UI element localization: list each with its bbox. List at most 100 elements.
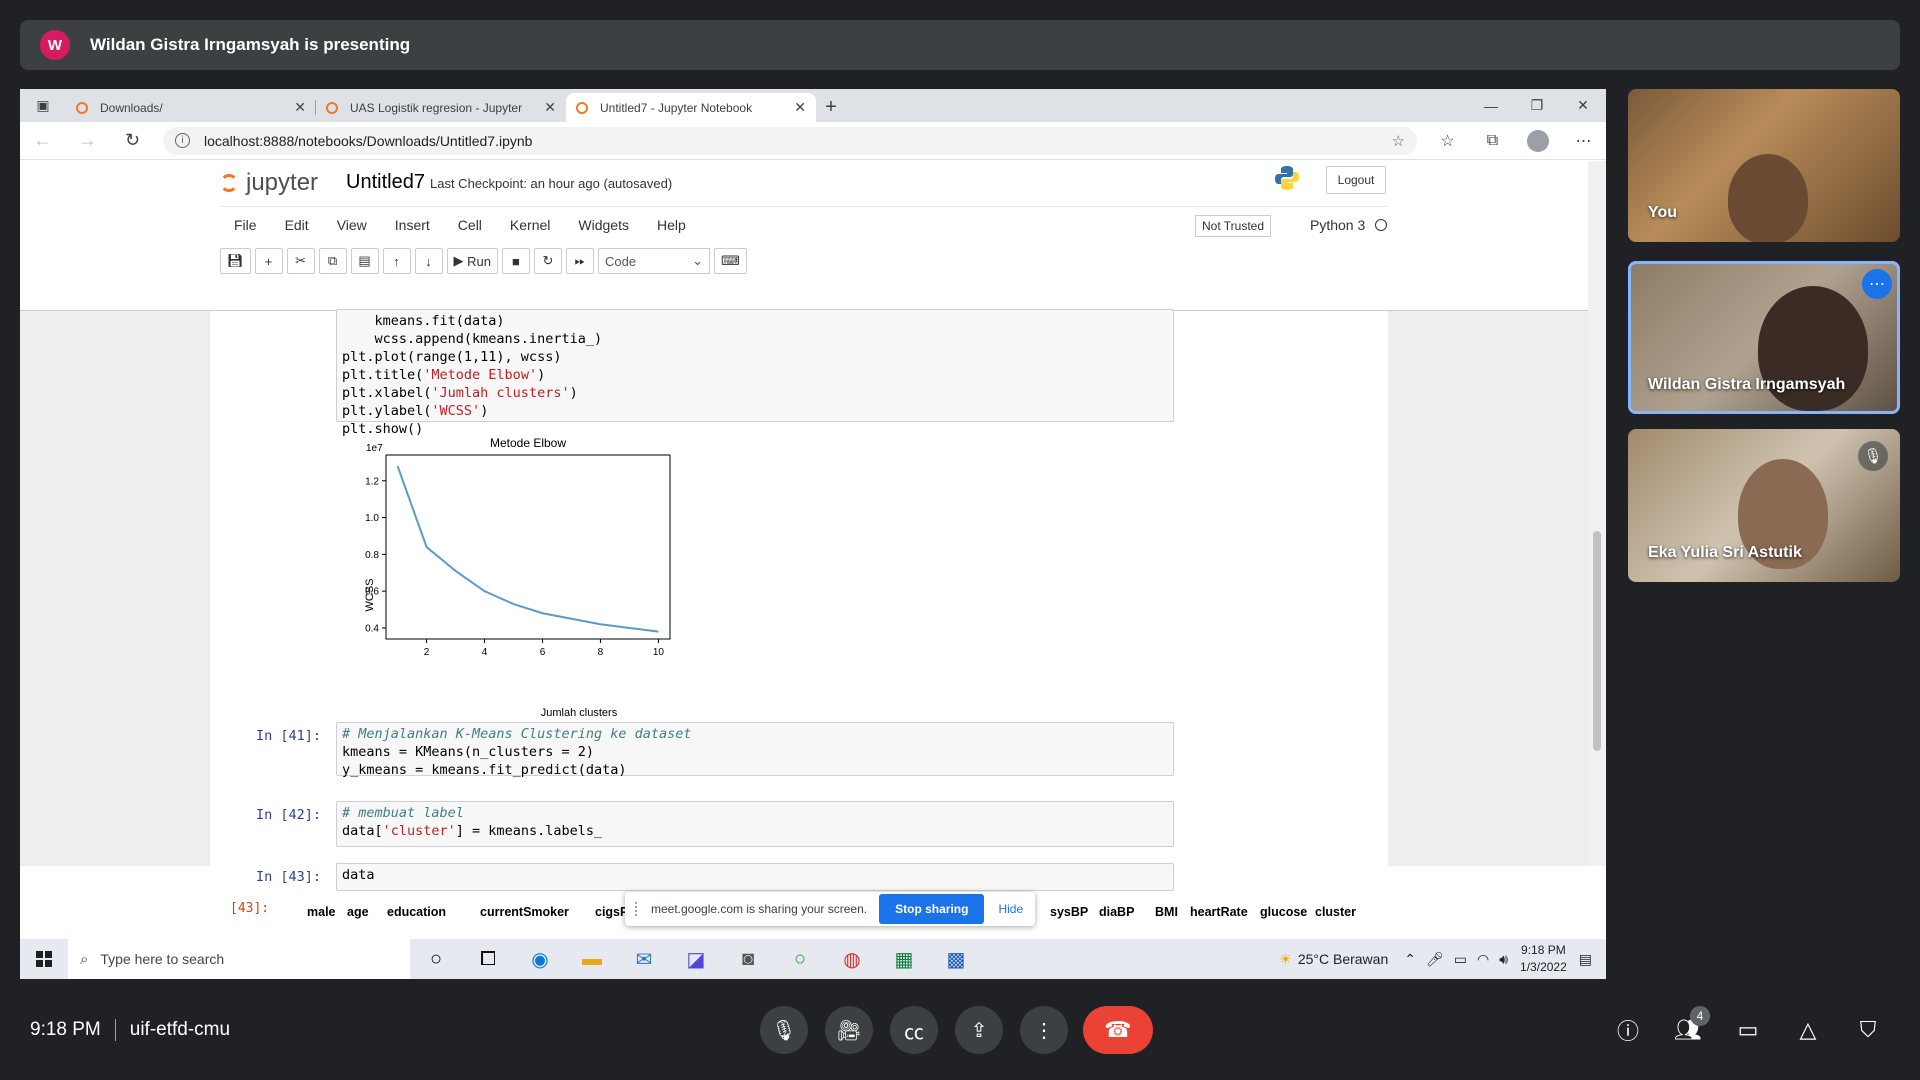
taskbar-clock[interactable]: 9:18 PM 1/3/2022 bbox=[1520, 942, 1567, 976]
captions-button[interactable]: ㏄ bbox=[890, 1006, 938, 1054]
tab-close-icon[interactable]: ✕ bbox=[294, 99, 306, 116]
excel-icon[interactable]: ▦ bbox=[878, 939, 930, 979]
restart-icon[interactable]: ↻ bbox=[533, 248, 562, 274]
code-cell-42[interactable]: # membuat label data['cluster'] = kmeans… bbox=[336, 801, 1174, 847]
participant-tile-self[interactable]: You bbox=[1628, 89, 1900, 242]
save-icon[interactable]: 💾︎ bbox=[220, 248, 251, 274]
drag-handle-icon[interactable] bbox=[635, 902, 639, 916]
camera-icon[interactable]: ◙ bbox=[722, 939, 774, 979]
autosave-status: (autosaved) bbox=[603, 176, 673, 191]
cut-icon[interactable]: ✂ bbox=[286, 248, 315, 274]
collections-icon[interactable]: ⧉ bbox=[1470, 132, 1515, 150]
reload-icon[interactable]: ↻ bbox=[110, 130, 155, 151]
menu-view[interactable]: View bbox=[323, 217, 381, 233]
move-up-icon[interactable]: ↑ bbox=[382, 248, 411, 274]
new-tab-button[interactable]: + bbox=[816, 93, 846, 122]
forward-icon[interactable]: → bbox=[65, 130, 110, 151]
menu-cell[interactable]: Cell bbox=[444, 217, 496, 233]
tab-close-icon[interactable]: ✕ bbox=[794, 99, 806, 116]
scrollbar-thumb[interactable] bbox=[1593, 531, 1601, 751]
menu-kernel[interactable]: Kernel bbox=[496, 217, 564, 233]
code-cell-40[interactable]: kmeans.fit(data) wcss.append(kmeans.iner… bbox=[336, 309, 1174, 437]
code-line: ) bbox=[569, 385, 578, 401]
volume-icon[interactable]: 🔊︎ bbox=[1499, 951, 1508, 968]
cell-type-select[interactable]: Code ⌄ bbox=[597, 248, 710, 274]
y-tick-label: 1.2 bbox=[365, 476, 379, 487]
file-explorer-icon[interactable]: ▬ bbox=[566, 939, 618, 979]
run-button[interactable]: ▶ Run bbox=[446, 248, 498, 274]
more-options-button[interactable]: ⋮ bbox=[1020, 1006, 1068, 1054]
cortana-icon[interactable]: ○ bbox=[410, 939, 462, 979]
notification-center-icon[interactable]: ▤ bbox=[1579, 951, 1592, 968]
menu-edit[interactable]: Edit bbox=[271, 217, 323, 233]
activities-icon[interactable]: △ bbox=[1790, 1012, 1826, 1048]
jupyter-favicon-icon bbox=[76, 101, 88, 114]
menu-file[interactable]: File bbox=[220, 217, 271, 233]
menu-widgets[interactable]: Widgets bbox=[564, 217, 643, 233]
logout-button[interactable]: Logout bbox=[1326, 166, 1386, 194]
code-cell-41[interactable]: # Menjalankan K-Means Clustering ke data… bbox=[336, 722, 1174, 778]
menu-help[interactable]: Help bbox=[643, 217, 700, 233]
more-menu-icon[interactable]: ⋯ bbox=[1561, 131, 1606, 151]
hide-button[interactable]: Hide bbox=[998, 902, 1023, 916]
participant-tile-presenter[interactable]: ⋯ Wildan Gistra Irngamsyah bbox=[1628, 261, 1900, 414]
minimize-icon[interactable]: — bbox=[1468, 89, 1514, 122]
fast-forward-icon[interactable]: ⏩︎ bbox=[565, 248, 594, 274]
back-icon[interactable]: ← bbox=[20, 130, 65, 151]
close-window-icon[interactable]: ✕ bbox=[1560, 89, 1606, 122]
vertical-scrollbar[interactable] bbox=[1588, 161, 1606, 866]
people-icon[interactable]: 👥︎ 4 bbox=[1670, 1006, 1710, 1048]
interrupt-icon[interactable]: ■ bbox=[501, 248, 530, 274]
weather-icon[interactable]: ☀ bbox=[1279, 951, 1292, 968]
weather-text[interactable]: 25°C Berawan bbox=[1298, 951, 1388, 967]
chat-icon[interactable]: ▭ bbox=[1730, 1012, 1766, 1048]
browser-tab[interactable]: Downloads/ ✕ bbox=[66, 93, 316, 122]
copy-icon[interactable]: ⧉ bbox=[318, 248, 347, 274]
column-header: BMI bbox=[1155, 905, 1178, 919]
chrome-icon[interactable]: ◍ bbox=[826, 939, 878, 979]
browser-tab-active[interactable]: Untitled7 - Jupyter Notebook ✕ bbox=[566, 93, 816, 122]
presenter-avatar: W bbox=[40, 30, 70, 60]
word-icon[interactable]: ▩ bbox=[930, 939, 982, 979]
start-button[interactable] bbox=[20, 939, 68, 979]
site-info-icon[interactable]: i bbox=[175, 133, 190, 148]
notebook-name[interactable]: Untitled7 bbox=[346, 171, 425, 194]
mail-icon[interactable]: ✉ bbox=[618, 939, 670, 979]
battery-icon[interactable]: ▭ bbox=[1454, 951, 1467, 968]
camera-button[interactable]: 🎥︎ bbox=[825, 1006, 873, 1054]
profile-avatar[interactable] bbox=[1527, 129, 1549, 152]
leave-call-button[interactable]: ☎ bbox=[1083, 1006, 1153, 1054]
opera-icon[interactable]: ○ bbox=[774, 939, 826, 979]
microphone-tray-icon[interactable]: 🎤︎ bbox=[1426, 951, 1444, 968]
tab-close-icon[interactable]: ✕ bbox=[544, 99, 556, 116]
menu-insert[interactable]: Insert bbox=[381, 217, 444, 233]
url-text: localhost:8888/notebooks/Downloads/Untit… bbox=[204, 132, 533, 149]
favorites-icon[interactable]: ☆ bbox=[1425, 131, 1470, 151]
whiteboard-icon[interactable]: ◪ bbox=[670, 939, 722, 979]
browser-tab[interactable]: UAS Logistik regresion - Jupyter ✕ bbox=[316, 93, 566, 122]
move-down-icon[interactable]: ↓ bbox=[414, 248, 443, 274]
more-options-icon[interactable]: ⋯ bbox=[1862, 269, 1892, 299]
host-controls-icon[interactable]: ⛉ bbox=[1850, 1012, 1886, 1048]
paste-icon[interactable]: ▤ bbox=[350, 248, 379, 274]
task-view-icon[interactable]: ⧠ bbox=[462, 939, 514, 979]
tray-chevron-icon[interactable]: ⌃ bbox=[1404, 951, 1416, 968]
participant-tile[interactable]: 🎙︎ Eka Yulia Sri Astutik bbox=[1628, 429, 1900, 582]
y-tick-label: 0.4 bbox=[365, 623, 379, 634]
not-trusted-badge[interactable]: Not Trusted bbox=[1195, 215, 1272, 237]
stop-sharing-button[interactable]: Stop sharing bbox=[879, 894, 985, 924]
microphone-button[interactable]: 🎙︎ bbox=[760, 1006, 808, 1054]
meeting-info-icon[interactable]: ⓘ bbox=[1610, 1012, 1646, 1048]
taskbar-search[interactable]: ⌕ Type here to search bbox=[68, 939, 410, 979]
url-field[interactable]: i localhost:8888/notebooks/Downloads/Unt… bbox=[163, 126, 1417, 155]
command-palette-icon[interactable]: ⌨ bbox=[713, 248, 747, 274]
wifi-icon[interactable]: ◠ bbox=[1477, 951, 1489, 968]
favorite-add-icon[interactable]: ☆ bbox=[1392, 132, 1405, 150]
restore-icon[interactable]: ❐ bbox=[1514, 89, 1560, 122]
tab-actions-icon[interactable]: ▣ bbox=[20, 89, 66, 122]
edge-icon[interactable]: ◉ bbox=[514, 939, 566, 979]
present-screen-button[interactable]: ⇪ bbox=[955, 1006, 1003, 1054]
jupyter-logo[interactable]: jupyter bbox=[220, 169, 318, 197]
code-cell-43[interactable]: data bbox=[336, 863, 1174, 891]
insert-cell-icon[interactable]: + bbox=[254, 248, 283, 274]
